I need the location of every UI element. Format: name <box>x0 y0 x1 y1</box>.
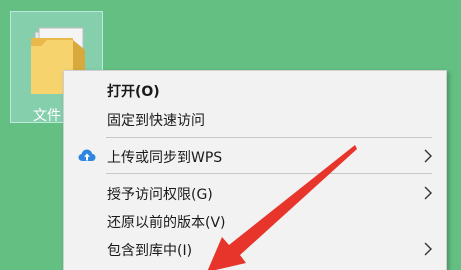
chevron-right-icon <box>424 186 432 200</box>
context-menu: 打开(O) 固定到快速访问 上传或同步到WPS 授予访问权限(G) 还原以前的版… <box>63 70 447 270</box>
menu-item-label: 授予访问权限(G) <box>107 187 213 203</box>
desktop-folder-label: 文件 <box>33 108 61 124</box>
menu-separator <box>106 173 432 174</box>
menu-separator <box>106 137 432 138</box>
menu-item-label: 固定到快速访问 <box>107 113 205 129</box>
menu-item-label: 还原以前的版本(V) <box>107 215 226 231</box>
menu-item-pin-quick-access[interactable]: 固定到快速访问 <box>64 106 446 132</box>
chevron-right-icon <box>424 242 432 256</box>
menu-item-open[interactable]: 打开(O) <box>64 77 446 103</box>
menu-item-label: 打开(O) <box>107 84 160 100</box>
cloud-upload-icon <box>78 149 96 161</box>
menu-item-label: 包含到库中(I) <box>107 243 193 259</box>
menu-item-grant-access[interactable]: 授予访问权限(G) <box>64 180 446 206</box>
menu-item-label: 上传或同步到WPS <box>107 150 223 166</box>
menu-item-restore-versions[interactable]: 还原以前的版本(V) <box>64 208 446 234</box>
menu-item-include-library[interactable]: 包含到库中(I) <box>64 236 446 262</box>
chevron-right-icon <box>424 149 432 163</box>
menu-item-upload-wps[interactable]: 上传或同步到WPS <box>64 143 446 169</box>
